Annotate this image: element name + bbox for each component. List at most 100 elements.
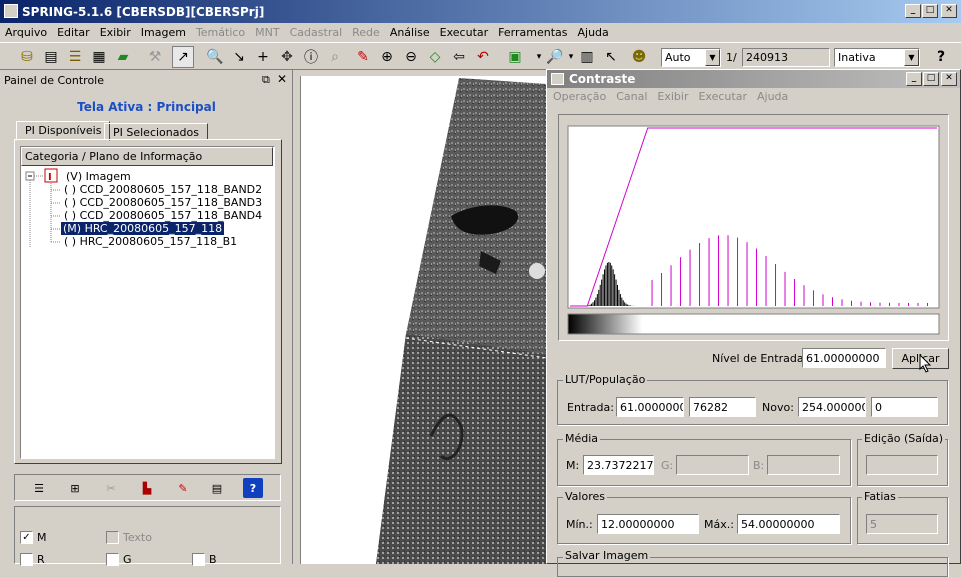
novo-pop-field[interactable]: 0 xyxy=(871,397,938,417)
entrada-field[interactable]: 61.00000000 xyxy=(616,397,684,417)
menu-item[interactable]: Exibir xyxy=(95,26,136,39)
edit-tool-icon[interactable]: ⚒ xyxy=(144,46,166,68)
menu-item[interactable]: Imagem xyxy=(136,26,191,39)
entrada-pop-field[interactable]: 76282 xyxy=(689,397,756,417)
measure-icon[interactable]: ⌕ xyxy=(324,46,346,68)
help-icon[interactable]: ? xyxy=(930,46,952,68)
palette-icon[interactable]: ☻ xyxy=(628,46,650,68)
svg-text:I: I xyxy=(48,172,52,183)
check-b[interactable]: B xyxy=(192,553,217,566)
edicao-group-label: Edição (Saída) xyxy=(862,432,946,445)
dialog-minimize-button[interactable]: _ xyxy=(906,72,922,86)
zoom-in-icon[interactable]: ⊕ xyxy=(376,46,398,68)
check-g-box[interactable] xyxy=(106,553,119,566)
maximize-button[interactable]: □ xyxy=(922,4,938,18)
tree-item[interactable]: ( ) HRC_20080605_157_118_B1 xyxy=(64,235,237,248)
select-area-icon[interactable]: ↘ xyxy=(228,46,250,68)
check-texto[interactable]: Texto xyxy=(106,531,152,544)
menu-ajuda[interactable]: Ajuda xyxy=(752,90,793,103)
layer-properties-icon[interactable]: ⊞ xyxy=(65,478,85,498)
chevron-down-icon[interactable]: ▼ xyxy=(904,49,919,66)
check-r[interactable]: R xyxy=(20,553,45,566)
tab-pi-disponiveis[interactable]: PI Disponíveis xyxy=(16,121,111,141)
menu-item[interactable]: Temático xyxy=(191,26,250,39)
map-canvas[interactable] xyxy=(300,76,548,564)
grid-icon[interactable]: ▦ xyxy=(88,46,110,68)
pointer-icon[interactable]: 🔍 xyxy=(204,46,226,68)
menu-item[interactable]: Ferramentas xyxy=(493,26,572,39)
legend-icon[interactable]: ▤ xyxy=(207,478,227,498)
project-icon[interactable]: ▤ xyxy=(40,46,62,68)
info-icon[interactable]: ⓘ xyxy=(300,46,322,68)
list-icon[interactable]: ☰ xyxy=(29,478,49,498)
scale-mode-select[interactable]: Auto ▼ xyxy=(661,48,721,67)
undock-icon[interactable]: ⧉ xyxy=(262,73,270,87)
menu-item[interactable]: Editar xyxy=(52,26,95,39)
zoom-out-icon[interactable]: ⊖ xyxy=(400,46,422,68)
check-m-box[interactable]: ✓ xyxy=(20,531,33,544)
max-field[interactable]: 54.00000000 xyxy=(737,514,840,534)
satellite-image xyxy=(376,78,548,564)
minimize-button[interactable]: _ xyxy=(905,4,921,18)
chevron-down-icon[interactable]: ▼ xyxy=(705,49,720,66)
tools-icon[interactable]: ✂ xyxy=(101,478,121,498)
check-m[interactable]: ✓ M xyxy=(20,531,47,544)
tree-item-selected[interactable]: (M) HRC_20080605_157_118 xyxy=(61,222,225,235)
menu-operacao[interactable]: Operação xyxy=(548,90,611,103)
tree-item[interactable]: ( ) CCD_20080605_157_118_BAND2 xyxy=(64,183,262,196)
pencil-icon[interactable]: ✎ xyxy=(352,46,374,68)
menu-item[interactable]: Arquivo xyxy=(0,26,52,39)
menu-item[interactable]: Cadastral xyxy=(285,26,348,39)
pencil-icon[interactable]: ✎ xyxy=(173,478,193,498)
nivel-entrada-field[interactable]: 61.00000000 xyxy=(802,348,886,368)
table-icon[interactable]: ▥ xyxy=(576,46,598,68)
check-b-label: B xyxy=(209,553,217,566)
display-icon[interactable]: ▣ xyxy=(504,46,526,68)
menu-item[interactable]: Rede xyxy=(347,26,385,39)
app-title-bar: SPRING-5.1.6 [CBERSDB][CBERSPrj] xyxy=(0,0,961,23)
menu-canal[interactable]: Canal xyxy=(611,90,652,103)
min-field[interactable]: 12.00000000 xyxy=(597,514,699,534)
pan-icon[interactable]: ✥ xyxy=(276,46,298,68)
paint-icon[interactable]: ▙ xyxy=(137,478,157,498)
check-g[interactable]: G xyxy=(106,553,132,566)
menu-item[interactable]: MNT xyxy=(250,26,284,39)
scale-value: 240913 xyxy=(746,51,788,64)
close-button[interactable]: ✕ xyxy=(941,4,957,18)
menu-item[interactable]: Análise xyxy=(385,26,435,39)
tab-pi-selecionados[interactable]: PI Selecionados xyxy=(104,123,208,140)
dialog-close-button[interactable]: ✕ xyxy=(941,72,957,86)
help-icon[interactable]: ? xyxy=(243,478,263,498)
close-icon[interactable]: ✕ xyxy=(277,72,287,86)
check-r-box[interactable] xyxy=(20,553,33,566)
status-select[interactable]: Inativa ▼ xyxy=(834,48,920,67)
dialog-maximize-button[interactable]: □ xyxy=(923,72,939,86)
back-arrow-icon[interactable]: ⇦ xyxy=(448,46,470,68)
tree-item[interactable]: ( ) CCD_20080605_157_118_BAND3 xyxy=(64,196,262,209)
check-texto-box[interactable] xyxy=(106,531,119,544)
histogram-chart[interactable] xyxy=(559,115,948,340)
check-r-label: R xyxy=(37,553,45,566)
chart-tool-icon[interactable]: ↗ xyxy=(172,46,194,68)
polygon-icon[interactable]: ▰ xyxy=(112,46,134,68)
valores-group-label: Valores xyxy=(563,490,607,503)
lut-gradient-bar xyxy=(567,313,940,335)
crosshair-icon[interactable]: + xyxy=(252,46,274,68)
menu-executar[interactable]: Executar xyxy=(693,90,752,103)
novo-field[interactable]: 254.00000000 xyxy=(798,397,866,417)
tree-item[interactable]: ( ) CCD_20080605_157_118_BAND4 xyxy=(64,209,262,222)
check-b-box[interactable] xyxy=(192,553,205,566)
layers-icon[interactable]: ☰ xyxy=(64,46,86,68)
undo-icon[interactable]: ↶ xyxy=(472,46,494,68)
tree-category-imagem[interactable]: (V) Imagem xyxy=(66,170,131,183)
zoom-fit-icon[interactable]: ◇ xyxy=(424,46,446,68)
scale-mode-value: Auto xyxy=(665,51,691,64)
control-panel-title: Painel de Controle xyxy=(4,74,105,87)
database-icon[interactable]: ⛁ xyxy=(16,46,38,68)
media-m-field[interactable]: 23.73722172 xyxy=(583,455,654,475)
menu-item[interactable]: Executar xyxy=(435,26,494,39)
menu-item[interactable]: Ajuda xyxy=(573,26,614,39)
cursor-plus-icon[interactable]: ↖ xyxy=(600,46,622,68)
tree-column-header: Categoria / Plano de Informação xyxy=(21,147,273,166)
menu-exibir[interactable]: Exibir xyxy=(652,90,693,103)
